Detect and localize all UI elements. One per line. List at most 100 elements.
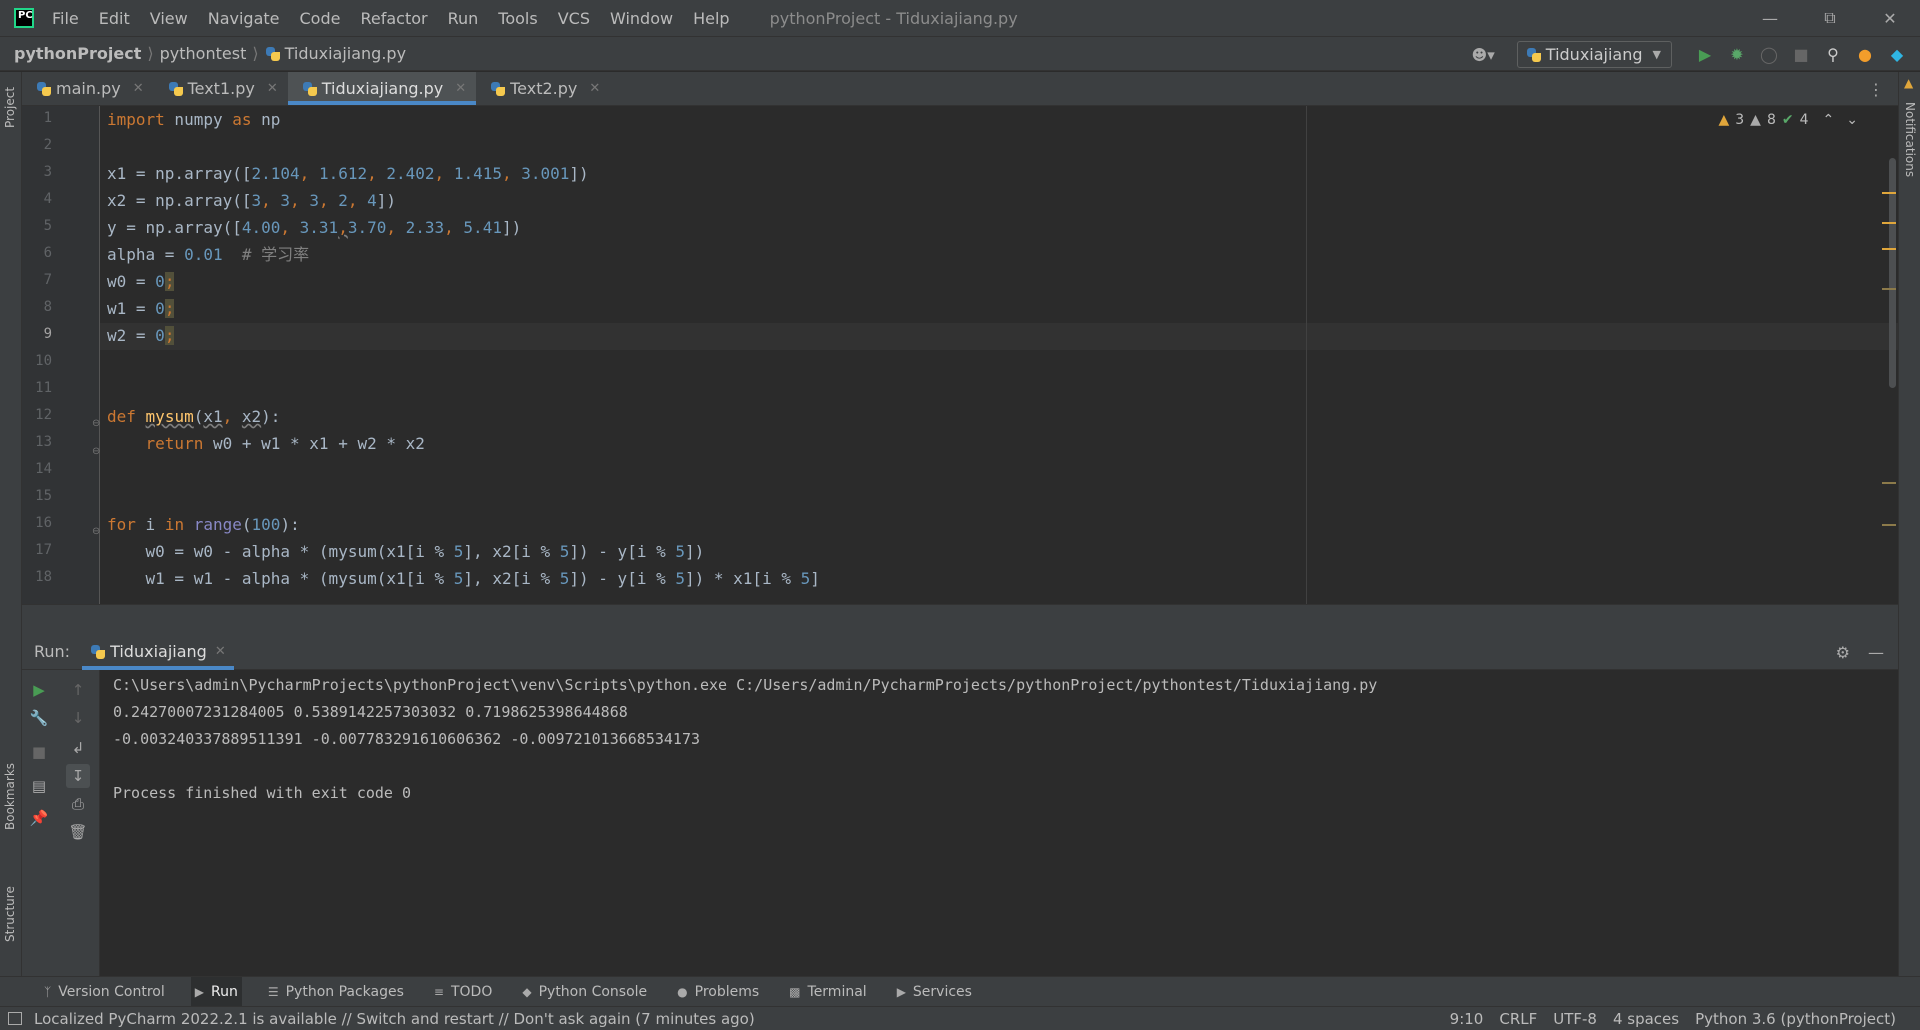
tab-main-py[interactable]: main.py ✕	[22, 72, 154, 105]
run-config-select[interactable]: Tiduxiajiang ▼	[1516, 41, 1672, 68]
fold-end-icon[interactable]: ⊖	[92, 446, 102, 458]
warning-marker[interactable]	[1882, 222, 1896, 224]
menu-file[interactable]: File	[52, 9, 79, 28]
line-separator[interactable]: CRLF	[1499, 1010, 1537, 1028]
debug-icon[interactable]: ✹	[1724, 42, 1750, 68]
tool-run[interactable]: ▶ Run	[190, 976, 242, 1007]
menu-tools[interactable]: Tools	[498, 9, 537, 28]
warning-marker[interactable]	[1882, 248, 1896, 250]
caret-position[interactable]: 9:10	[1450, 1010, 1484, 1028]
line-number: 5	[43, 218, 52, 234]
jetbrains-toolbox-icon[interactable]: ◆	[1884, 42, 1910, 68]
scroll-to-end-icon[interactable]: ↧	[66, 764, 90, 788]
menu-window[interactable]: Window	[610, 9, 673, 28]
code-editor[interactable]: 1 2 3 4 5 6 7 8 9 10 11 12 13 14 15 16 1…	[22, 106, 1898, 604]
warning-marker[interactable]	[1882, 192, 1896, 194]
tool-python-packages[interactable]: ☰ Python Packages	[264, 977, 408, 1007]
tab-text2-py[interactable]: Text2.py ✕	[476, 72, 610, 105]
project-tool-button[interactable]: Project	[3, 87, 17, 128]
stop-icon[interactable]: ■	[27, 740, 51, 764]
breadcrumb-file[interactable]: Tiduxiajiang.py	[285, 44, 406, 63]
notifications-bell-icon[interactable]: ▲	[1904, 76, 1913, 90]
tool-todo[interactable]: ≡ TODO	[430, 977, 496, 1007]
weak-warning-marker[interactable]	[1882, 482, 1896, 484]
pin-icon[interactable]: 📌	[27, 806, 51, 830]
menu-vcs[interactable]: VCS	[558, 9, 590, 28]
close-icon[interactable]: ✕	[215, 644, 226, 659]
menu-edit[interactable]: Edit	[99, 9, 130, 28]
window-title: pythonProject - Tiduxiajiang.py	[769, 8, 1018, 28]
inspection-widget[interactable]: ▲ 3 ▲ 8 ✔ 4 ⌃ ⌄	[1718, 112, 1858, 128]
tool-version-control[interactable]: ᛉ Version Control	[40, 977, 169, 1007]
down-arrow-icon[interactable]: ↓	[66, 706, 90, 730]
info-icon: ●	[677, 984, 688, 999]
close-icon[interactable]: ✕	[455, 81, 466, 96]
soft-wrap-icon[interactable]: ↲	[66, 736, 90, 760]
minimize-button[interactable]: —	[1740, 0, 1800, 36]
pycharm-logo-icon[interactable]: PC	[14, 8, 34, 28]
weak-warning-marker[interactable]	[1882, 524, 1896, 526]
menu-code[interactable]: Code	[300, 9, 341, 28]
stop-icon[interactable]: ■	[1788, 42, 1814, 68]
indent-setting[interactable]: 4 spaces	[1613, 1010, 1679, 1028]
tool-python-console[interactable]: ◆ Python Console	[518, 977, 651, 1007]
tab-label: Text2.py	[510, 79, 578, 98]
restore-button[interactable]: ⧉	[1800, 0, 1860, 36]
close-window-button[interactable]: ✕	[1860, 0, 1920, 36]
toggle-tool-windows-icon[interactable]	[8, 1012, 22, 1025]
search-icon[interactable]: ⚲	[1820, 42, 1846, 68]
weak-warning-marker[interactable]	[1882, 288, 1896, 290]
gear-icon[interactable]: ⚙	[1836, 643, 1850, 662]
next-highlight-icon[interactable]: ⌄	[1846, 112, 1858, 128]
run-toolbar-primary: ▶ 🔧 ■ ▤ 📌	[22, 670, 56, 976]
file-encoding[interactable]: UTF-8	[1553, 1010, 1597, 1028]
console-line: Process finished with exit code 0	[113, 784, 412, 802]
previous-highlight-icon[interactable]: ⌃	[1823, 112, 1835, 128]
close-icon[interactable]: ✕	[589, 81, 600, 96]
structure-tool-button[interactable]: Structure	[3, 886, 17, 942]
menu-refactor[interactable]: Refactor	[360, 9, 427, 28]
terminal-icon: ▩	[789, 984, 801, 999]
breadcrumb-project[interactable]: pythonProject	[14, 44, 141, 63]
current-line-highlight	[100, 323, 1898, 350]
python-icon	[1526, 47, 1542, 63]
tool-services[interactable]: ▶ Services	[893, 977, 976, 1007]
tab-text1-py[interactable]: Text1.py ✕	[154, 72, 288, 105]
close-icon[interactable]: ✕	[133, 81, 144, 96]
interpreter-selector[interactable]: Python 3.6 (pythonProject)	[1695, 1010, 1896, 1028]
notifications-tool-button[interactable]: Notifications	[1903, 102, 1917, 177]
code-line: alpha = 0.01 # 学习率	[107, 245, 310, 264]
menu-run[interactable]: Run	[448, 9, 479, 28]
tool-problems[interactable]: ● Problems	[673, 977, 763, 1007]
menu-navigate[interactable]: Navigate	[208, 9, 280, 28]
bookmarks-tool-button[interactable]: Bookmarks	[3, 763, 17, 830]
run-console[interactable]: C:\Users\admin\PycharmProjects\pythonPro…	[100, 670, 1898, 976]
wrench-icon[interactable]: 🔧	[27, 706, 51, 730]
tool-terminal[interactable]: ▩ Terminal	[785, 977, 871, 1007]
python-file-icon	[265, 46, 281, 62]
line-number: 9	[43, 326, 52, 342]
tab-tiduxiajiang-py[interactable]: Tiduxiajiang.py ✕	[287, 72, 477, 105]
user-icon[interactable]: ☻▾	[1472, 46, 1495, 64]
fold-icon[interactable]: ⊖	[92, 418, 102, 430]
close-icon[interactable]: ✕	[267, 81, 278, 96]
coverage-icon[interactable]: ◯	[1756, 42, 1782, 68]
up-arrow-icon[interactable]: ↑	[66, 678, 90, 702]
fold-icon[interactable]: ⊖	[92, 526, 102, 538]
run-config-label: Tiduxiajiang	[1545, 45, 1643, 64]
panel-splitter[interactable]	[22, 604, 1898, 634]
layout-icon[interactable]: ▤	[27, 774, 51, 798]
update-icon[interactable]: ●	[1852, 42, 1878, 68]
run-icon[interactable]: ▶	[1692, 42, 1718, 68]
print-icon[interactable]: ⎙	[66, 792, 90, 816]
menu-help[interactable]: Help	[693, 9, 729, 28]
hide-panel-icon[interactable]: —	[1868, 643, 1884, 662]
more-tabs-icon[interactable]: ⋮	[1868, 80, 1884, 99]
run-tab-tiduxiajiang[interactable]: Tiduxiajiang ✕	[82, 634, 234, 670]
console-line: 0.24270007231284005 0.5389142257303032 0…	[113, 703, 628, 721]
menu-view[interactable]: View	[150, 9, 188, 28]
rerun-icon[interactable]: ▶	[27, 678, 51, 702]
trash-icon[interactable]: 🗑	[66, 820, 90, 844]
breadcrumb-folder[interactable]: pythontest	[160, 44, 247, 63]
status-message[interactable]: Localized PyCharm 2022.2.1 is available …	[34, 1010, 755, 1028]
